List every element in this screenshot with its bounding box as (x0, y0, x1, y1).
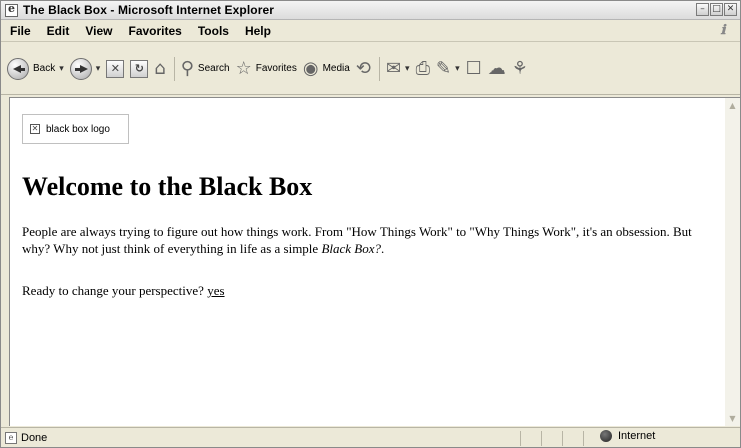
stop-icon: ✕ (106, 59, 125, 78)
window-controls: – □ ✕ (696, 3, 737, 16)
standard-toolbar: Back ▾ ▾ ✕ ↻ ⌂ ⚲ Search ☆ Favorites ◉ Me… (1, 43, 740, 95)
toolbar-separator (378, 56, 380, 81)
favorites-button[interactable]: ☆ Favorites (235, 57, 297, 79)
menu-favorites[interactable]: Favorites (120, 24, 189, 38)
search-button[interactable]: ⚲ Search (180, 57, 230, 79)
back-label: Back (33, 63, 56, 74)
media-icon: ◉ (302, 57, 319, 79)
menu-file[interactable]: File (1, 24, 39, 38)
stop-button[interactable]: ✕ (106, 59, 125, 78)
messenger-icon: ☁ (487, 57, 506, 79)
question-paragraph: Ready to change your perspective? yes (22, 283, 225, 299)
search-label: Search (197, 63, 230, 74)
back-button[interactable]: Back ▾ (7, 57, 64, 80)
scroll-down-icon[interactable]: ▼ (725, 411, 740, 426)
page-status-icon: e (5, 431, 17, 444)
research-icon: ⚘ (511, 57, 528, 79)
windows-logo-icon: ℹ (720, 23, 726, 38)
status-divider (541, 431, 542, 446)
status-divider (583, 431, 584, 446)
back-arrow-icon (7, 57, 29, 80)
media-label: Media (322, 63, 350, 74)
page-content: ✕ black box logo Welcome to the Black Bo… (9, 97, 725, 426)
print-icon: ⎙ (415, 57, 430, 79)
scroll-up-icon[interactable]: ▲ (725, 98, 740, 113)
mail-button[interactable]: ✉ ▾ (385, 57, 410, 79)
globe-icon (600, 430, 612, 442)
logo-image-placeholder: ✕ black box logo (22, 114, 129, 144)
status-divider (520, 431, 521, 446)
mail-icon: ✉ (385, 57, 402, 79)
search-icon: ⚲ (180, 57, 194, 79)
intro-paragraph: People are always trying to figure out h… (22, 223, 716, 257)
history-icon: ⟲ (355, 57, 371, 79)
window-title: The Black Box - Microsoft Internet Explo… (23, 3, 275, 17)
minimize-button[interactable]: – (696, 3, 709, 16)
title-bar[interactable]: The Black Box - Microsoft Internet Explo… (1, 1, 740, 20)
home-icon: ⌂ (154, 57, 166, 79)
messenger-button[interactable]: ☁ (487, 57, 506, 79)
refresh-icon: ↻ (130, 59, 149, 78)
yes-link[interactable]: yes (207, 283, 224, 298)
menu-view[interactable]: View (77, 24, 120, 38)
logo-alt-text: black box logo (46, 123, 110, 135)
zone-text: Internet (618, 430, 656, 442)
research-button[interactable]: ⚘ (511, 57, 528, 79)
toolbar-separator (173, 56, 175, 81)
ie-icon (5, 2, 18, 17)
discuss-icon: ☐ (465, 57, 482, 79)
menu-tools[interactable]: Tools (190, 24, 237, 38)
vertical-scrollbar[interactable]: ▲ ▼ (725, 97, 740, 426)
maximize-button[interactable]: □ (710, 3, 723, 16)
edit-icon: ✎ (435, 57, 452, 79)
favorites-label: Favorites (255, 63, 297, 74)
edit-button[interactable]: ✎ ▾ (435, 57, 460, 79)
status-text: Done (21, 431, 48, 444)
status-divider (562, 431, 563, 446)
refresh-button[interactable]: ↻ (130, 59, 149, 78)
history-button[interactable]: ⟲ (355, 57, 371, 79)
media-button[interactable]: ◉ Media (302, 57, 350, 79)
forward-arrow-icon (69, 57, 92, 80)
close-button[interactable]: ✕ (724, 3, 737, 16)
security-zone: Internet (600, 430, 655, 442)
print-button[interactable]: ⎙ (415, 57, 430, 79)
back-dropdown-icon[interactable]: ▾ (59, 63, 64, 74)
browser-window: The Black Box - Microsoft Internet Explo… (0, 0, 741, 448)
favorites-star-icon: ☆ (235, 57, 252, 79)
page-heading: Welcome to the Black Box (22, 172, 313, 201)
intro-end: . (381, 241, 385, 256)
edit-dropdown-icon[interactable]: ▾ (455, 63, 460, 74)
broken-image-icon: ✕ (30, 124, 40, 134)
intro-emphasis: Black Box? (321, 241, 381, 256)
discuss-button[interactable]: ☐ (465, 57, 482, 79)
menu-edit[interactable]: Edit (39, 24, 78, 38)
menu-bar: File Edit View Favorites Tools Help ℹ (1, 20, 740, 42)
mail-dropdown-icon[interactable]: ▾ (405, 63, 410, 74)
forward-dropdown-icon[interactable]: ▾ (96, 63, 101, 74)
menu-help[interactable]: Help (237, 24, 279, 38)
question-text: Ready to change your perspective? (22, 283, 208, 298)
status-bar: e Done Internet (1, 427, 740, 447)
forward-button[interactable]: ▾ (69, 57, 101, 80)
home-button[interactable]: ⌂ (154, 57, 166, 79)
